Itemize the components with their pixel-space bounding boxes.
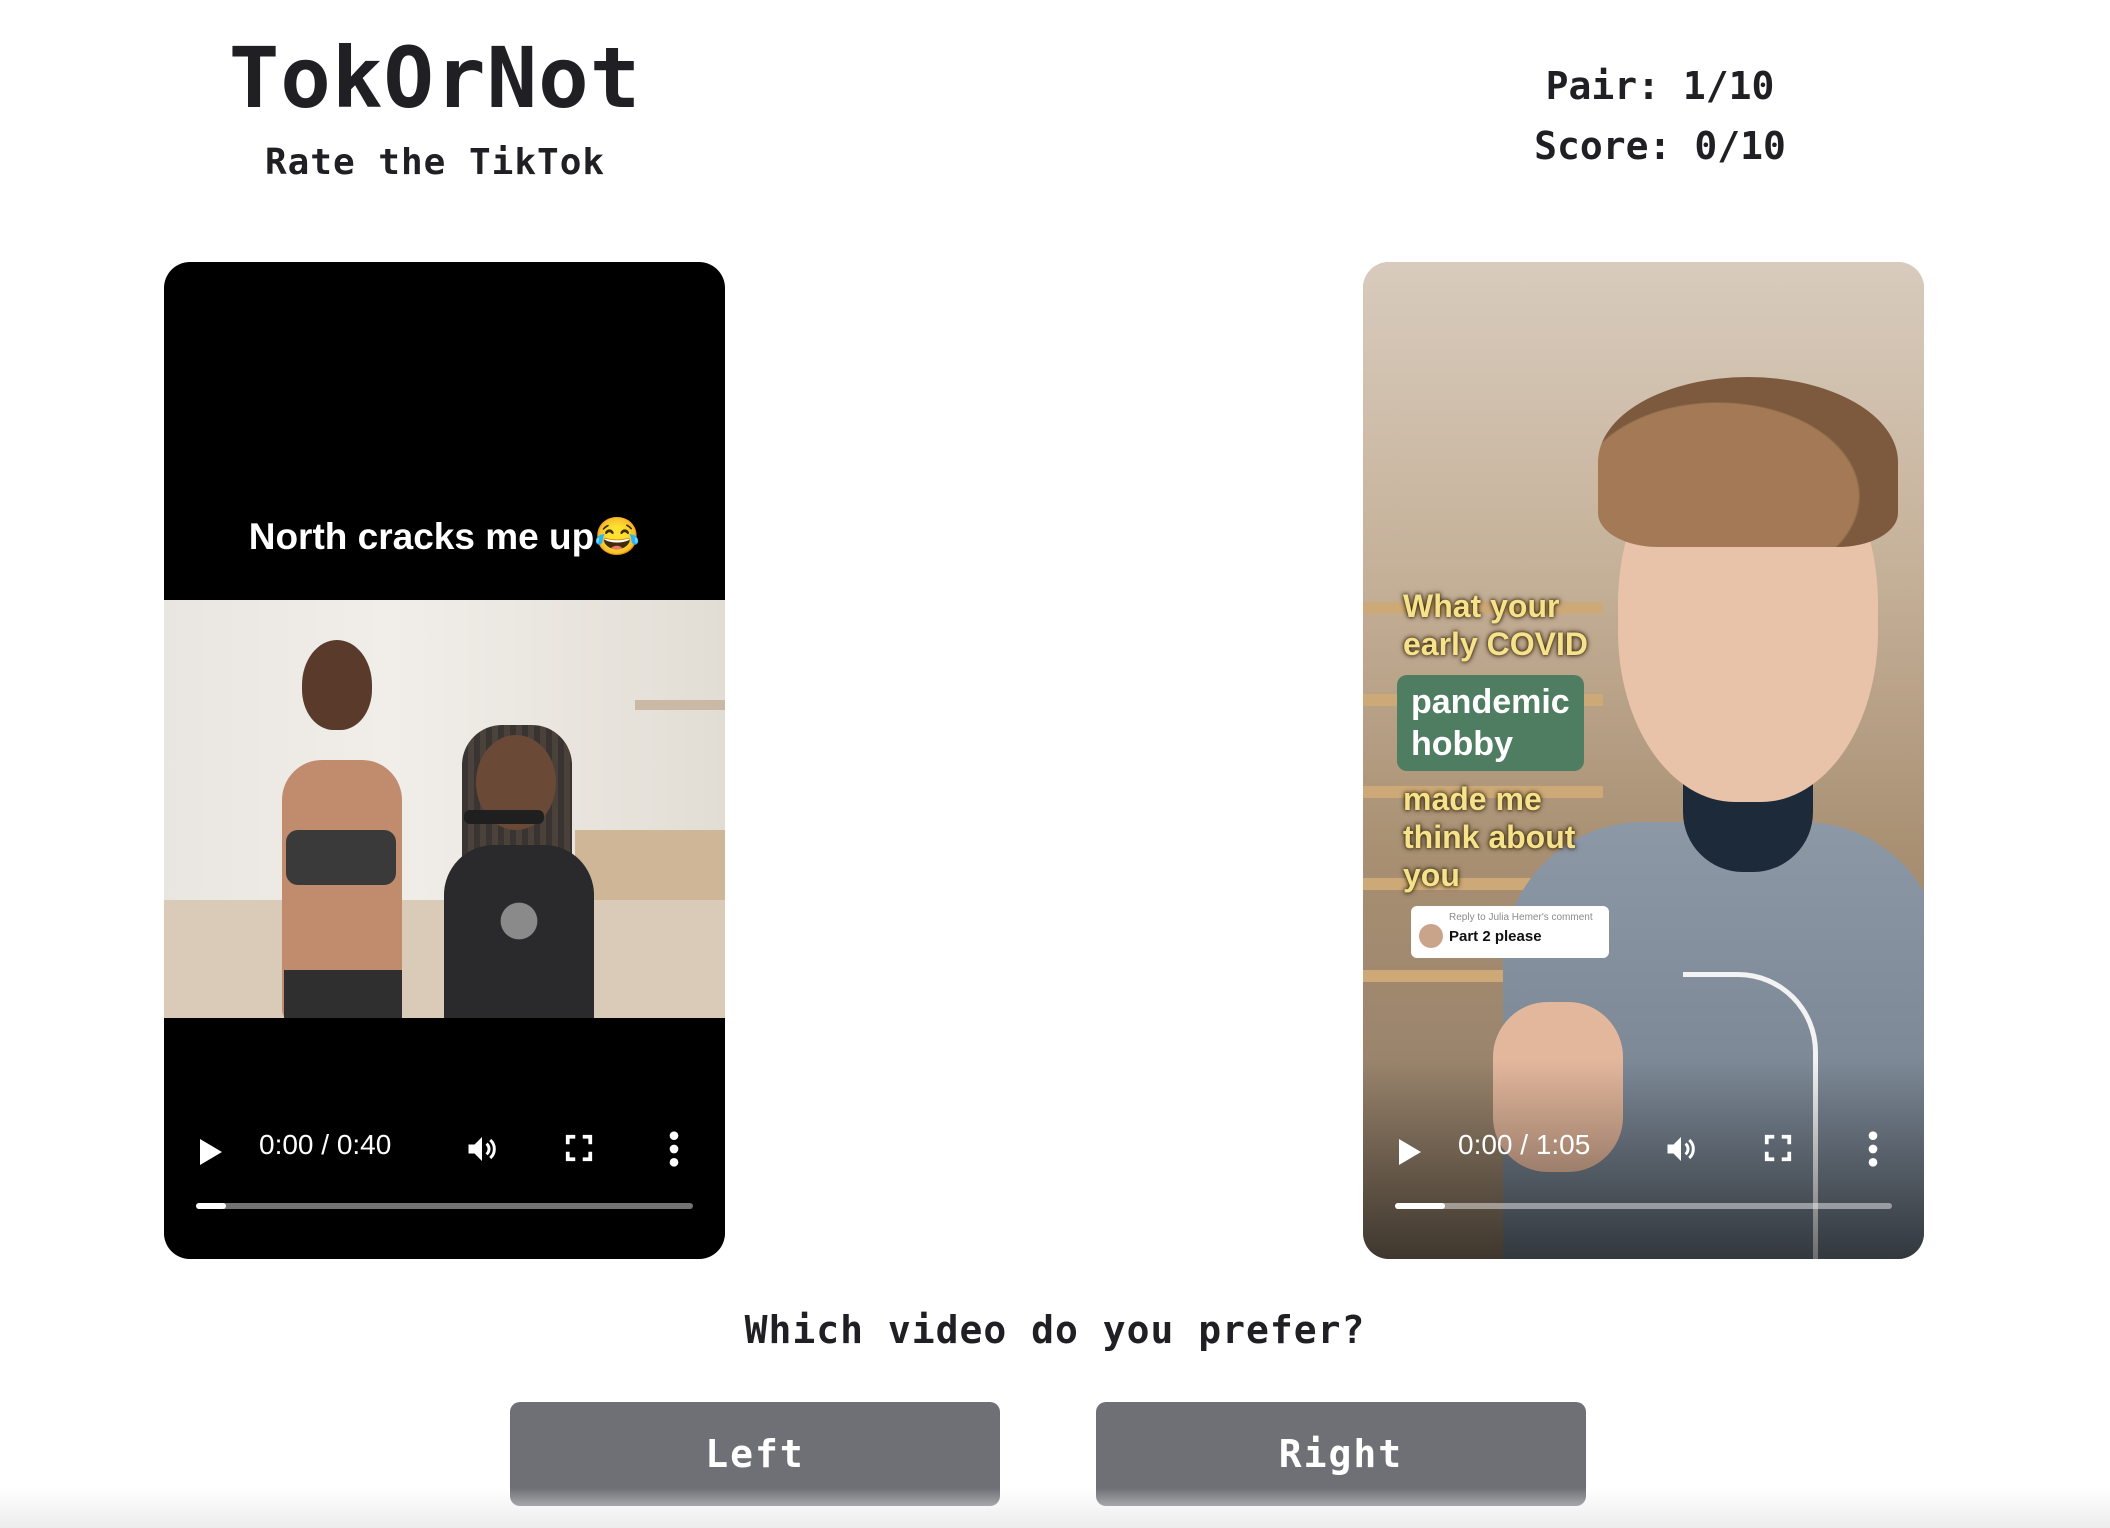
pair-counter: Pair: 1/10 — [1480, 56, 1840, 116]
woman-figure — [262, 640, 412, 1018]
right-video-progress-fill — [1395, 1203, 1445, 1209]
girl-figure — [434, 725, 604, 1018]
pair-value: 1/10 — [1682, 64, 1775, 108]
app-header: TokOrNot Rate the TikTok — [160, 28, 710, 183]
right-video-progress[interactable] — [1395, 1203, 1892, 1209]
reply-text: Part 2 please — [1449, 928, 1542, 945]
left-video-caption: North cracks me up😂 — [248, 516, 641, 557]
right-video-player[interactable]: What your early COVID pandemic hobby mad… — [1363, 262, 1924, 1259]
game-stats: Pair: 1/10 Score: 0/10 — [1480, 56, 1840, 176]
left-video-time: 0:00 / 0:40 — [259, 1129, 392, 1160]
left-video-progress[interactable] — [196, 1203, 693, 1209]
score-label: Score: — [1534, 124, 1672, 168]
reply-meta: Reply to Julia Hemer's comment — [1449, 912, 1593, 923]
pair-label: Pair: — [1545, 64, 1660, 108]
right-overlay-highlight: pandemic hobby — [1397, 675, 1584, 771]
play-icon[interactable] — [1399, 1139, 1421, 1165]
avatar — [1419, 924, 1443, 948]
fullscreen-icon[interactable] — [1763, 1133, 1793, 1163]
right-overlay-text-top: What your early COVID — [1403, 588, 1588, 662]
left-video-frame — [164, 600, 725, 1018]
score-value: 0/10 — [1694, 124, 1786, 168]
preference-question: Which video do you prefer? — [744, 1308, 1366, 1352]
fullscreen-icon[interactable] — [564, 1133, 594, 1163]
app-subtitle: Rate the TikTok — [264, 142, 606, 183]
left-video-progress-fill — [196, 1203, 226, 1209]
right-video-controls: 0:00 / 1:05 — [1363, 1059, 1924, 1259]
app-title: TokOrNot — [228, 29, 642, 127]
volume-icon[interactable] — [464, 1131, 500, 1167]
play-icon[interactable] — [200, 1139, 222, 1165]
left-video-player[interactable]: North cracks me up😂 0:00 / 0:40 — [164, 262, 725, 1259]
right-overlay-text-bottom: made me think about you — [1403, 781, 1576, 893]
left-video-controls: 0:00 / 0:40 — [164, 1059, 725, 1259]
more-vertical-icon[interactable] — [1868, 1129, 1878, 1169]
right-video-time: 0:00 / 1:05 — [1458, 1129, 1591, 1160]
score-counter: Score: 0/10 — [1480, 116, 1840, 176]
reply-comment-bubble: Reply to Julia Hemer's comment Part 2 pl… — [1411, 906, 1609, 958]
more-vertical-icon[interactable] — [669, 1129, 679, 1169]
volume-icon[interactable] — [1663, 1131, 1699, 1167]
